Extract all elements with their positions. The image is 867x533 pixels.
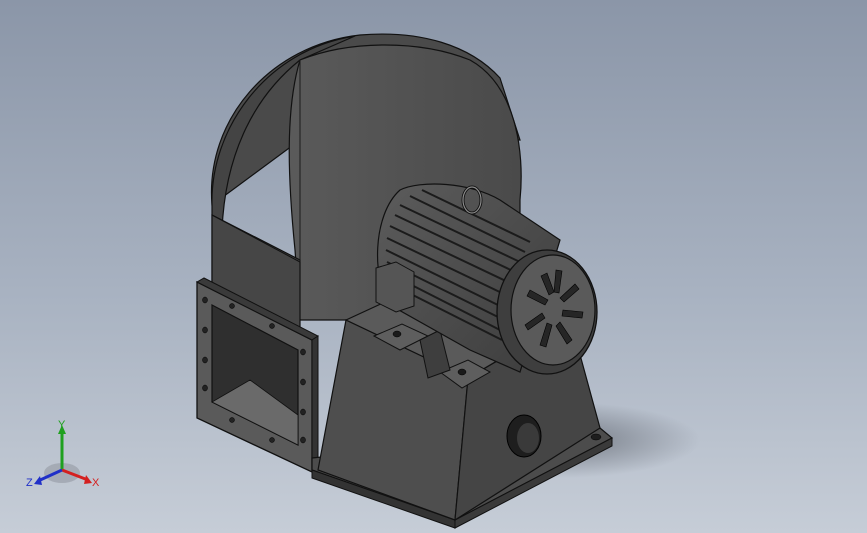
view-orientation-triad[interactable]: Y X Z <box>22 418 102 493</box>
triad-y-label: Y <box>58 419 66 431</box>
motor-end-cap <box>510 254 596 366</box>
motor-terminal-box <box>375 261 415 313</box>
triad-x-arrow <box>84 475 92 484</box>
triad-z-label: Z <box>26 477 33 489</box>
triad-x-label: X <box>92 477 100 489</box>
pedestal-access-hole-inner <box>517 423 539 453</box>
blower-fan-model[interactable] <box>0 0 867 533</box>
outlet-flange-edge-right <box>311 335 319 473</box>
graphics-viewport[interactable]: Y X Z <box>0 0 867 533</box>
triad-z-arrow <box>34 476 42 485</box>
